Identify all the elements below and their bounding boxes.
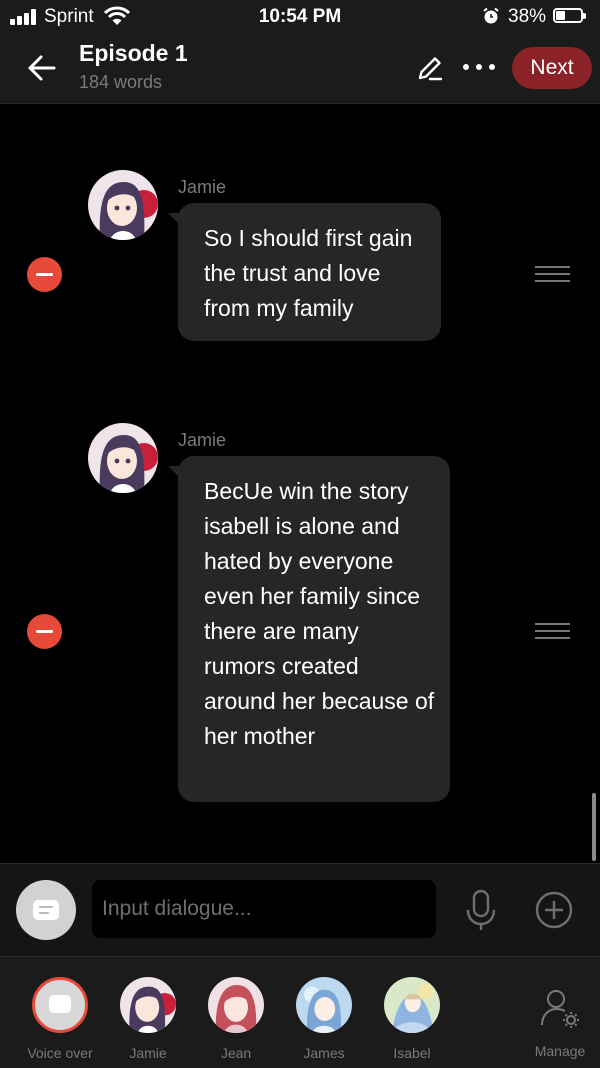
chat-bubble-icon: [49, 995, 71, 1013]
add-circle-icon[interactable]: [534, 890, 574, 930]
speaker-name: Jamie: [178, 430, 227, 450]
voice-over-toggle-button[interactable]: [16, 880, 76, 940]
more-options-icon[interactable]: [463, 64, 497, 72]
avatar: [88, 423, 158, 493]
back-arrow-icon[interactable]: [24, 50, 60, 86]
character-label: Voice over: [27, 1045, 93, 1061]
input-bar: [0, 863, 600, 956]
microphone-icon[interactable]: [463, 888, 499, 934]
character-jean[interactable]: Jean: [196, 977, 276, 1061]
avatar: [296, 977, 352, 1033]
speaker-name: Jamie: [178, 177, 227, 197]
character-jamie[interactable]: Jamie: [108, 977, 188, 1061]
chat-bubble-icon: [33, 900, 59, 920]
avatar: [384, 977, 440, 1033]
edit-pencil-icon[interactable]: [416, 54, 444, 82]
manage-characters-button[interactable]: Manage: [528, 987, 592, 1059]
remove-message-button[interactable]: [27, 614, 62, 649]
manage-person-gear-icon: [541, 990, 579, 1028]
character-isabel[interactable]: Isabel: [372, 977, 452, 1061]
avatar: [120, 977, 176, 1033]
message-text: So I should first gain the trust and lov…: [204, 225, 413, 321]
manage-label: Manage: [534, 1043, 586, 1059]
character-label: Isabel: [393, 1045, 431, 1061]
character-bar: Voice over Jamie Jean James Isabel Manag…: [0, 956, 600, 1068]
avatar: [208, 977, 264, 1033]
battery-icon: [553, 8, 586, 23]
character-james[interactable]: James: [284, 977, 364, 1061]
word-count: 184 words: [79, 72, 163, 92]
voice-over-avatar: [32, 977, 88, 1033]
character-label: Jamie: [129, 1045, 167, 1061]
top-bar: Sprint 10:54 PM 38% Episode 1 184 words …: [0, 0, 600, 104]
character-voice-over[interactable]: Voice over: [20, 977, 100, 1061]
episode-title: Episode 1: [79, 40, 188, 66]
avatar: [88, 170, 158, 240]
message-bubble[interactable]: So I should first gain the trust and lov…: [168, 203, 441, 341]
status-bar: Sprint 10:54 PM 38%: [0, 0, 600, 34]
character-label: James: [303, 1045, 345, 1061]
drag-handle-icon[interactable]: [535, 623, 570, 643]
message-text: BecUe win the story isabell is alone and…: [204, 478, 435, 749]
battery-percent: 38%: [508, 6, 547, 27]
alarm-icon: [483, 7, 499, 24]
remove-message-button[interactable]: [27, 257, 62, 292]
drag-handle-icon[interactable]: [535, 266, 570, 286]
character-label: Jean: [220, 1045, 252, 1061]
dialogue-input[interactable]: [92, 880, 436, 938]
next-button[interactable]: Next: [512, 47, 592, 89]
scrollbar[interactable]: [592, 793, 596, 861]
message-bubble[interactable]: BecUe win the story isabell is alone and…: [168, 456, 450, 802]
